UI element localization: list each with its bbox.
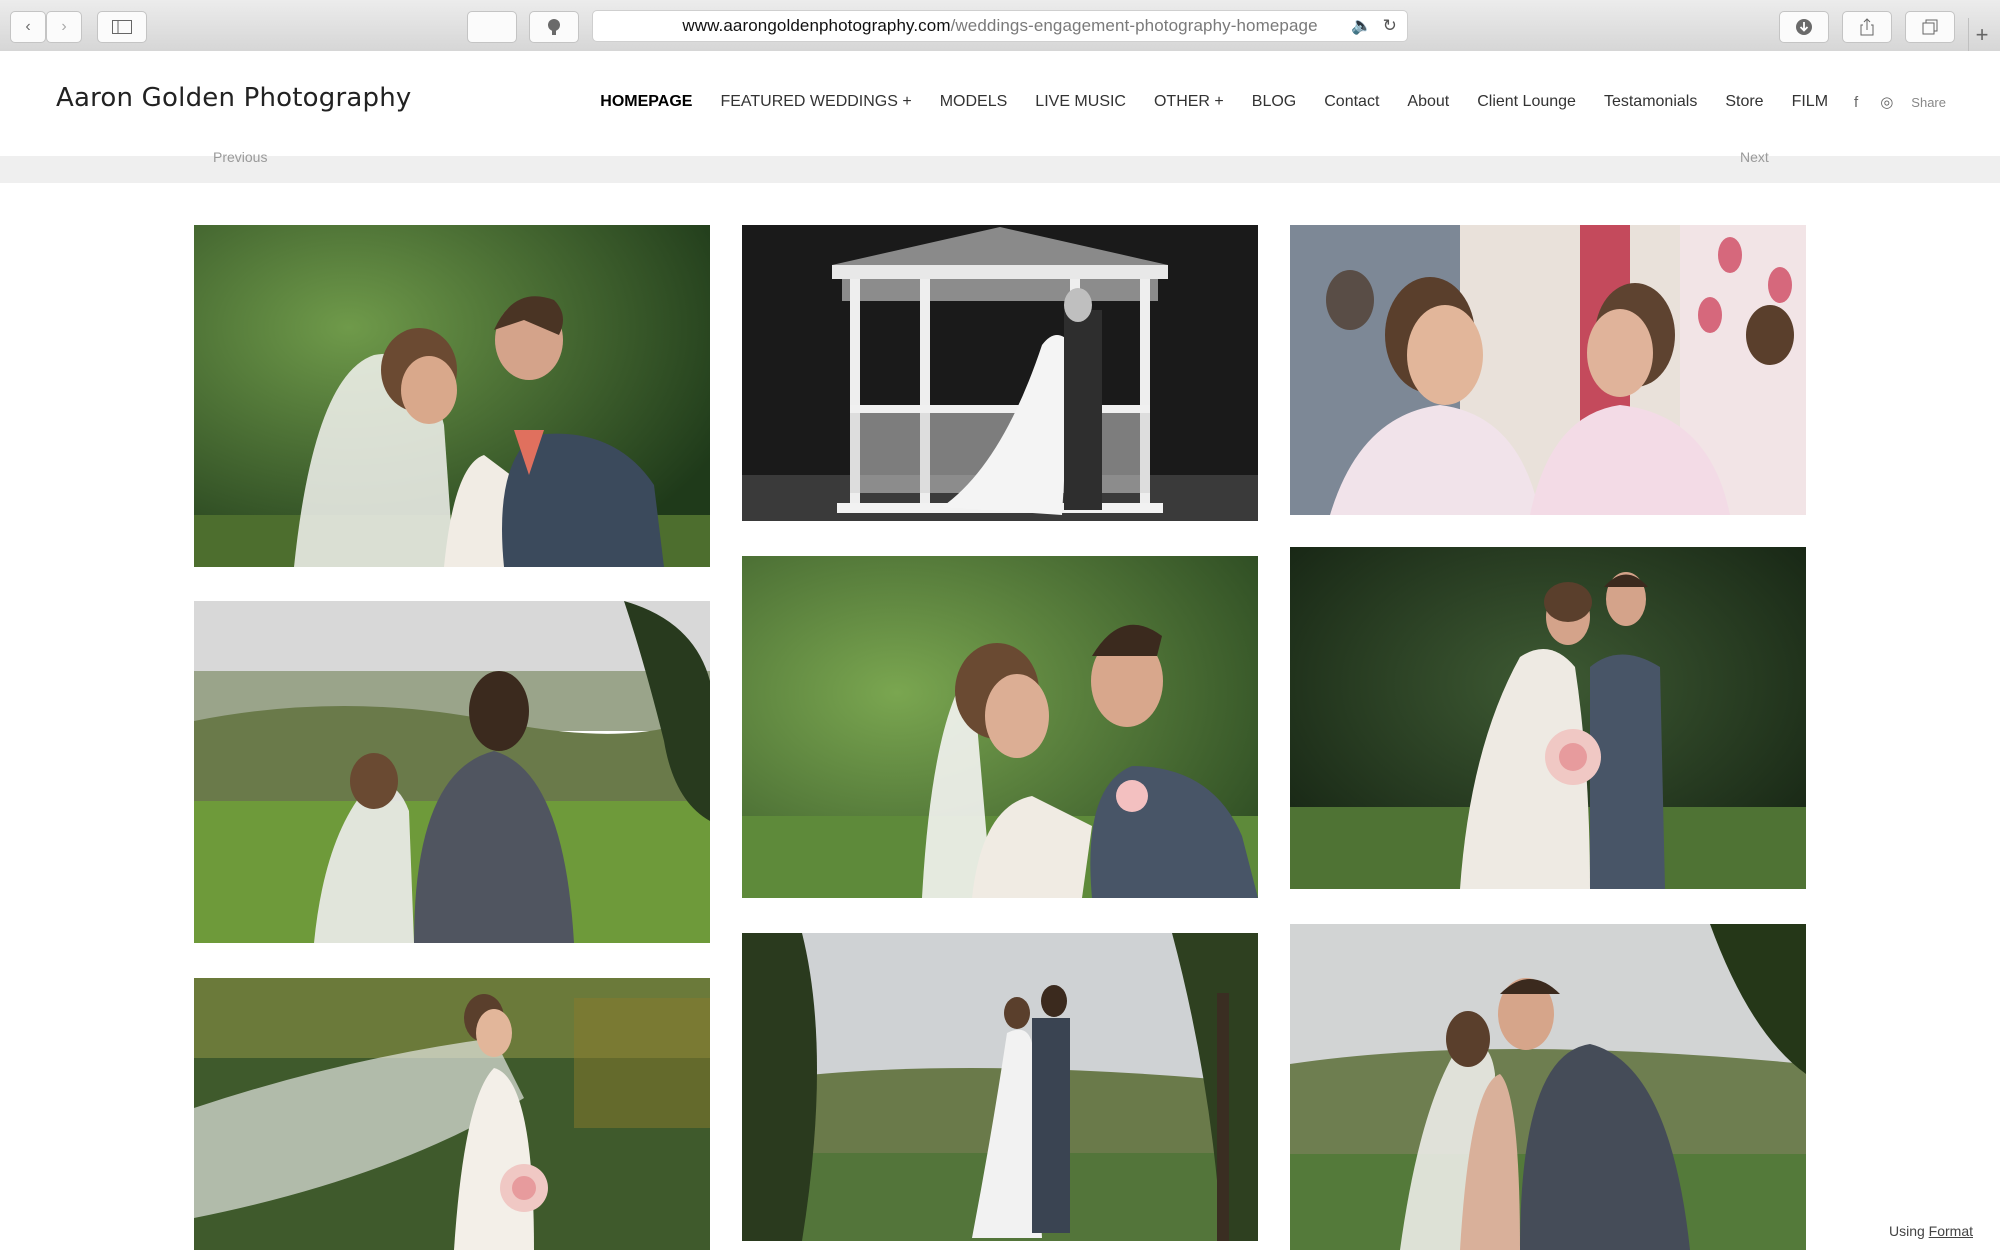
nav-models[interactable]: MODELS <box>940 93 1008 111</box>
forward-icon[interactable]: › <box>46 11 82 43</box>
nav-client-lounge[interactable]: Client Lounge <box>1477 93 1576 111</box>
photo-gazebo-kiss-bw[interactable] <box>742 225 1258 521</box>
download-icon[interactable] <box>1779 11 1829 43</box>
nav-featured-weddings[interactable]: FEATURED WEDDINGS + <box>720 93 911 111</box>
browser-toolbar: ‹ › www.aarongoldenphotography.com/weddi… <box>0 0 2000 52</box>
site-title[interactable]: Aaron Golden Photography <box>56 83 411 113</box>
previous-link[interactable]: Previous <box>213 149 267 165</box>
tabs-icon[interactable] <box>1905 11 1955 43</box>
shield-icon[interactable] <box>529 11 579 43</box>
address-bar[interactable]: www.aarongoldenphotography.com/weddings-… <box>592 10 1408 42</box>
nav-other[interactable]: OTHER + <box>1154 93 1224 111</box>
share-icon[interactable] <box>1842 11 1892 43</box>
reload-icon[interactable]: ↻ <box>1383 16 1397 36</box>
new-tab-icon[interactable]: + <box>1968 18 1995 52</box>
using-label: Using <box>1888 1223 1925 1239</box>
nav-live-music[interactable]: LIVE MUSIC <box>1035 93 1126 111</box>
nav-store[interactable]: Store <box>1725 93 1763 111</box>
facebook-icon[interactable]: f <box>1854 94 1858 111</box>
photo-couple-smile-closeup[interactable] <box>742 556 1258 898</box>
back-icon[interactable]: ‹ <box>10 11 46 43</box>
photo-bride-mirror-robes[interactable] <box>1290 225 1806 515</box>
sidebar-icon[interactable] <box>97 11 147 43</box>
format-credit: Using Format <box>1889 1223 1973 1239</box>
pager-strip: Previous Next <box>0 149 2000 183</box>
main-nav: HOMEPAGE FEATURED WEDDINGS + MODELS LIVE… <box>572 93 1946 111</box>
photo-couple-standing-bouquet[interactable] <box>1290 547 1806 889</box>
format-link[interactable]: Format <box>1929 1223 1973 1239</box>
blank-tab-button[interactable] <box>467 11 517 43</box>
next-link[interactable]: Next <box>1740 149 1769 165</box>
photo-couple-embrace-green[interactable] <box>194 225 710 567</box>
nav-about[interactable]: About <box>1407 93 1449 111</box>
url-path: /weddings-engagement-photography-homepag… <box>950 16 1318 35</box>
nav-film[interactable]: FILM <box>1792 93 1828 111</box>
nav-contact[interactable]: Contact <box>1324 93 1379 111</box>
nav-blog[interactable]: BLOG <box>1252 93 1296 111</box>
nav-testamonials[interactable]: Testamonials <box>1604 93 1697 111</box>
photo-couple-valley-back[interactable] <box>194 601 710 943</box>
photo-couple-trees-view[interactable] <box>742 933 1258 1241</box>
share-link[interactable]: Share <box>1911 95 1946 110</box>
nav-homepage[interactable]: HOMEPAGE <box>600 93 692 111</box>
url-domain: www.aarongoldenphotography.com <box>682 16 951 35</box>
site-header: Aaron Golden Photography HOMEPAGE FEATUR… <box>0 51 2000 156</box>
photo-bride-veil-bouquet[interactable] <box>194 978 710 1250</box>
speaker-icon[interactable]: 🔈 <box>1351 16 1372 36</box>
photo-couple-kiss-valley[interactable] <box>1290 924 1806 1250</box>
instagram-icon[interactable]: ◎ <box>1880 93 1893 111</box>
